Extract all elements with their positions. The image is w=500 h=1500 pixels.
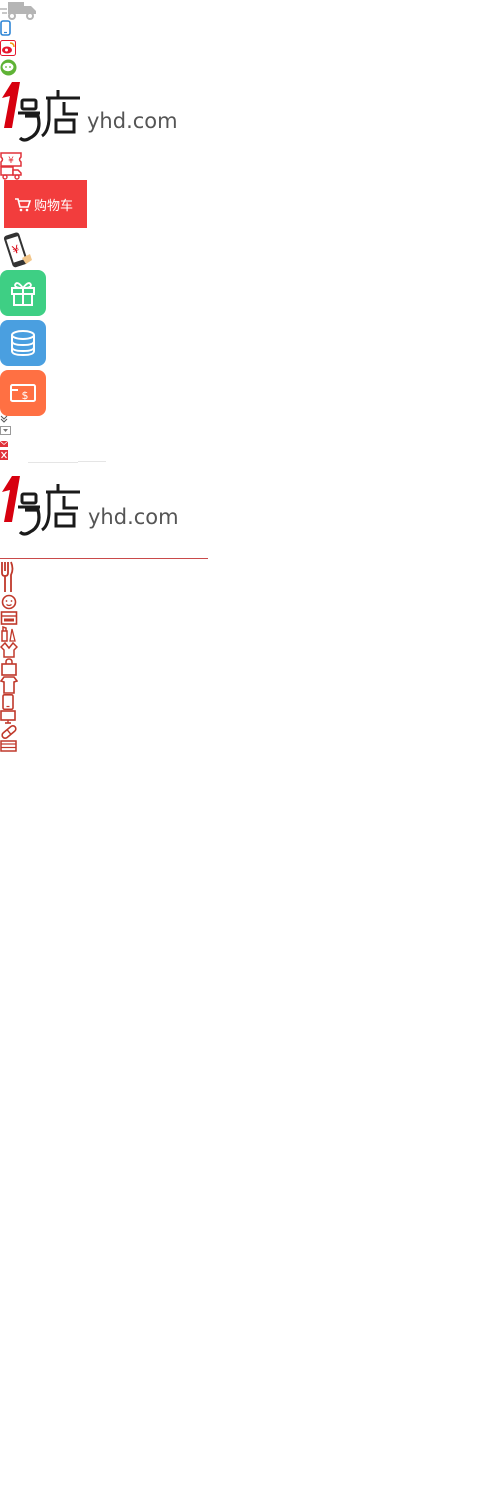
baby-face-icon[interactable] — [0, 594, 18, 610]
clothing-icon[interactable] — [0, 642, 18, 658]
page: yhd.com ¥ 购物车 ¥ $ yhd.com — [0, 0, 500, 1500]
weibo-icon[interactable] — [0, 40, 16, 56]
logo-domain-text: yhd.com — [87, 109, 178, 133]
footer-logo[interactable]: yhd.com — [0, 474, 180, 546]
database-tile[interactable] — [0, 320, 46, 366]
red-divider — [0, 558, 208, 559]
cart-label: 购物车 — [34, 198, 74, 214]
site-logo[interactable]: yhd.com — [0, 80, 180, 152]
cosmetics-icon[interactable] — [0, 626, 18, 642]
mobile-phone-icon[interactable] — [0, 20, 11, 36]
thin-divider — [78, 461, 106, 462]
kitchen-appliance-icon[interactable] — [0, 610, 18, 626]
delivery-van-icon[interactable] — [0, 165, 22, 180]
cart-button[interactable]: 购物车 — [4, 180, 87, 228]
double-chevron-down-icon[interactable] — [0, 415, 8, 423]
mobile-payment-icon[interactable]: ¥ — [0, 230, 34, 270]
svg-text:$: $ — [22, 389, 29, 402]
cart-icon — [15, 197, 31, 211]
dropdown-arrow-icon[interactable] — [0, 426, 11, 435]
gift-icon — [11, 282, 35, 306]
shopping-bag-icon[interactable] — [0, 658, 18, 676]
medicine-icon[interactable] — [0, 724, 18, 740]
envelope-icon[interactable] — [0, 440, 8, 448]
wechat-icon[interactable] — [0, 59, 17, 76]
card-payment-icon: $ — [10, 384, 36, 402]
shirt-icon[interactable] — [0, 676, 18, 694]
brand-mark-logo — [2, 82, 80, 142]
brand-mark-logo — [2, 476, 80, 536]
phone-icon[interactable] — [0, 694, 18, 710]
food-utensils-icon[interactable] — [0, 561, 18, 593]
footer-logo-domain-text: yhd.com — [88, 505, 179, 529]
delivery-truck-icon[interactable] — [0, 0, 38, 20]
books-icon[interactable] — [0, 740, 18, 752]
computer-icon[interactable] — [0, 710, 18, 724]
thin-divider — [28, 462, 78, 463]
database-icon — [11, 330, 35, 357]
close-icon[interactable] — [0, 450, 8, 460]
gift-tile[interactable] — [0, 270, 46, 316]
card-payment-tile[interactable]: $ — [0, 370, 46, 416]
